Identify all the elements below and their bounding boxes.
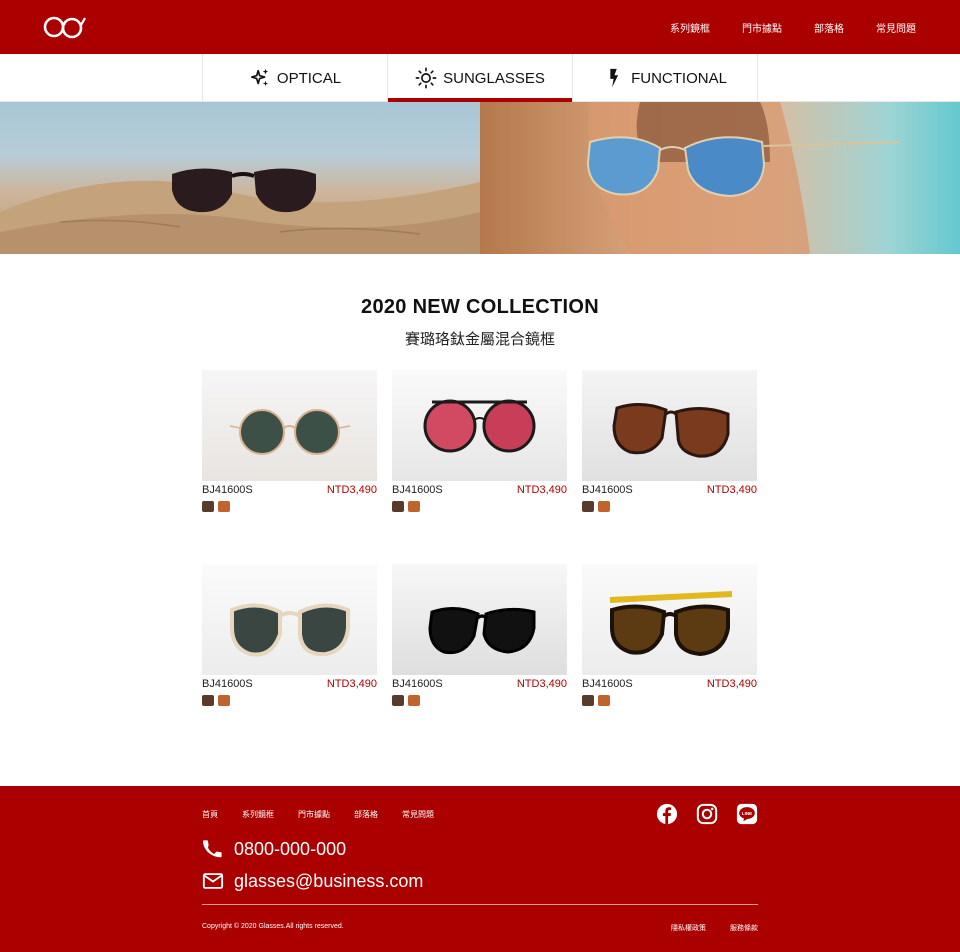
line-icon[interactable]: LINE xyxy=(736,803,758,825)
swatch-orange[interactable] xyxy=(598,501,610,512)
phone-number: 0800-000-000 xyxy=(234,838,347,859)
footer-email[interactable]: glasses@business.com xyxy=(202,870,423,892)
product-price: NTD3,490 xyxy=(706,678,757,690)
email-address: glasses@business.com xyxy=(234,870,424,891)
copyright-text: Copyright © 2020 Glasses.All rights rese… xyxy=(202,923,344,930)
nav-link-faq[interactable]: 常見問題 xyxy=(876,20,916,35)
footer-link-series[interactable]: 系列鏡框 xyxy=(242,809,274,820)
svg-text:LINE: LINE xyxy=(742,811,752,816)
footer-divider xyxy=(202,904,758,905)
nav-link-series[interactable]: 系列鏡框 xyxy=(670,20,710,35)
hero-banner xyxy=(0,102,960,254)
swatch-brown[interactable] xyxy=(202,695,214,706)
product-image xyxy=(582,370,757,481)
product-price: NTD3,490 xyxy=(516,484,567,496)
mail-icon xyxy=(202,873,224,889)
terms-link[interactable]: 服務條款 xyxy=(730,923,758,933)
swatch-orange[interactable] xyxy=(218,695,230,706)
tab-optical[interactable]: OPTICAL xyxy=(202,54,387,102)
footer-nav: 首頁 系列鏡框 門市據點 部落格 常見問題 xyxy=(202,809,458,820)
aviator-portrait-illustration xyxy=(586,102,901,254)
glasses-logo-icon[interactable] xyxy=(42,12,86,42)
product-card[interactable]: BJ41600S NTD3,490 xyxy=(582,370,757,512)
product-image xyxy=(392,370,567,481)
social-links: LINE xyxy=(638,803,758,825)
sun-icon xyxy=(415,67,437,89)
product-name: BJ41600S xyxy=(582,678,633,690)
swatch-brown[interactable] xyxy=(392,501,404,512)
footer-link-faq[interactable]: 常見問題 xyxy=(402,809,434,820)
tab-functional[interactable]: FUNCTIONAL xyxy=(572,54,758,102)
top-header: 系列鏡框 門市據點 部落格 常見問題 xyxy=(0,0,960,54)
tab-sunglasses[interactable]: SUNGLASSES xyxy=(387,54,572,102)
product-name: BJ41600S xyxy=(202,678,253,690)
swatch-brown[interactable] xyxy=(202,501,214,512)
product-image xyxy=(392,564,567,675)
product-name: BJ41600S xyxy=(582,484,633,496)
swatch-brown[interactable] xyxy=(392,695,404,706)
collection-title: 2020 NEW COLLECTION xyxy=(361,296,599,318)
swatch-orange[interactable] xyxy=(408,695,420,706)
swatch-brown[interactable] xyxy=(582,695,594,706)
color-swatches xyxy=(392,695,567,706)
footer-link-stores[interactable]: 門市據點 xyxy=(298,809,330,820)
color-swatches xyxy=(392,501,567,512)
tab-label: SUNGLASSES xyxy=(443,69,545,87)
hero-image-beach-sunglasses xyxy=(0,102,480,254)
product-price: NTD3,490 xyxy=(516,678,567,690)
hero-image-woman-aviators xyxy=(480,102,960,254)
product-card[interactable]: BJ41600S NTD3,490 xyxy=(202,370,377,512)
product-grid: BJ41600S NTD3,490 BJ41600S NTD3,490 BJ41… xyxy=(202,370,758,706)
product-image xyxy=(582,564,757,675)
color-swatches xyxy=(202,695,377,706)
phone-icon xyxy=(202,840,222,858)
bolt-icon xyxy=(610,68,619,88)
swatch-orange[interactable] xyxy=(218,501,230,512)
product-price: NTD3,490 xyxy=(326,678,377,690)
top-nav: 系列鏡框 門市據點 部落格 常見問題 xyxy=(638,0,916,54)
swatch-brown[interactable] xyxy=(582,501,594,512)
nav-link-stores[interactable]: 門市據點 xyxy=(742,20,782,35)
product-name: BJ41600S xyxy=(202,484,253,496)
product-card[interactable]: BJ41600S NTD3,490 xyxy=(392,370,567,512)
color-swatches xyxy=(202,501,377,512)
color-swatches xyxy=(582,501,757,512)
product-name: BJ41600S xyxy=(392,484,443,496)
product-image xyxy=(202,564,377,675)
footer-phone[interactable]: 0800-000-000 xyxy=(202,838,346,860)
product-image xyxy=(202,370,377,481)
color-swatches xyxy=(582,695,757,706)
product-price: NTD3,490 xyxy=(326,484,377,496)
instagram-icon[interactable] xyxy=(696,803,718,825)
sparkle-icon xyxy=(250,68,269,87)
facebook-icon[interactable] xyxy=(656,803,678,825)
beach-sunglasses-illustration xyxy=(0,168,480,254)
privacy-policy-link[interactable]: 隱私權政策 xyxy=(671,923,706,933)
category-tabs: OPTICAL SUNGLASSES FUNCTIONAL xyxy=(202,54,758,102)
collection-subtitle: 賽璐珞鈦金屬混合鏡框 xyxy=(404,330,555,348)
footer-link-home[interactable]: 首頁 xyxy=(202,809,218,820)
product-name: BJ41600S xyxy=(392,678,443,690)
product-card[interactable]: BJ41600S NTD3,490 xyxy=(202,564,377,706)
product-price: NTD3,490 xyxy=(706,484,757,496)
site-footer: 首頁 系列鏡框 門市據點 部落格 常見問題 LINE 0800-000-000 xyxy=(0,786,960,952)
product-card[interactable]: BJ41600S NTD3,490 xyxy=(582,564,757,706)
nav-link-blog[interactable]: 部落格 xyxy=(814,20,844,35)
product-card[interactable]: BJ41600S NTD3,490 xyxy=(392,564,567,706)
tab-label: OPTICAL xyxy=(276,69,342,87)
footer-link-blog[interactable]: 部落格 xyxy=(354,809,378,820)
legal-links: 隱私權政策 服務條款 xyxy=(647,923,758,933)
tab-label: FUNCTIONAL xyxy=(631,69,727,87)
swatch-orange[interactable] xyxy=(598,695,610,706)
swatch-orange[interactable] xyxy=(408,501,420,512)
